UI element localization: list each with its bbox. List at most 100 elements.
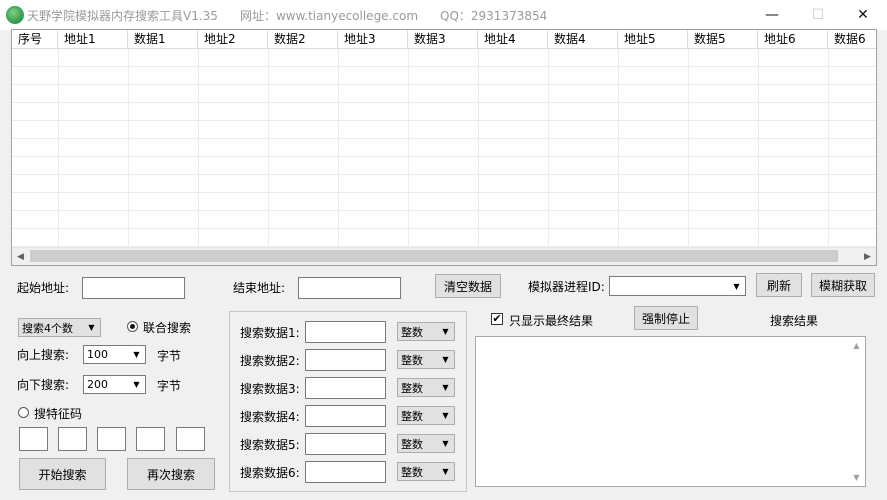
- feature-input-1[interactable]: [19, 427, 48, 451]
- process-id-select[interactable]: ▼: [609, 276, 746, 296]
- vertical-scrollbar[interactable]: ▲ ▼: [848, 337, 865, 486]
- force-stop-button[interactable]: 强制停止: [634, 306, 698, 330]
- window-title: 天野学院模拟器内存搜索工具V1.35 网址：www.tianyecollege.c…: [27, 7, 569, 24]
- data-type-value-6: 整数: [401, 465, 423, 479]
- joint-search-radio[interactable]: [127, 321, 138, 332]
- search-data-input-4[interactable]: [305, 405, 386, 427]
- search-data-input-3[interactable]: [305, 377, 386, 399]
- horizontal-scrollbar[interactable]: ◀ ▶: [12, 247, 876, 265]
- close-button[interactable]: ✕: [840, 0, 886, 30]
- start-address-input[interactable]: [82, 277, 185, 299]
- end-address-label: 结束地址:: [233, 281, 286, 295]
- column-address-3[interactable]: 地址3: [338, 30, 408, 48]
- column-data-5[interactable]: 数据5: [688, 30, 758, 48]
- search-up-label: 向上搜索:: [17, 348, 70, 362]
- bytes-unit-label: 字节: [157, 379, 182, 393]
- data-type-value-5: 整数: [401, 437, 423, 451]
- feature-input-5[interactable]: [176, 427, 205, 451]
- start-search-button[interactable]: 开始搜索: [19, 458, 106, 490]
- data-type-select-4[interactable]: 整数 ▼: [397, 406, 455, 425]
- search-results-box[interactable]: ▲ ▼: [475, 336, 866, 487]
- minimize-button[interactable]: —: [749, 0, 795, 30]
- search-up-select[interactable]: 100 ▼: [83, 345, 146, 364]
- column-data-6[interactable]: 数据6: [828, 30, 876, 48]
- search-data-label-2: 搜索数据2:: [240, 354, 300, 368]
- column-data-1[interactable]: 数据1: [128, 30, 198, 48]
- app-icon: [6, 6, 24, 24]
- scroll-right-icon[interactable]: ▶: [859, 248, 876, 265]
- search-again-button[interactable]: 再次搜索: [127, 458, 215, 490]
- table-gridlines: [12, 49, 876, 249]
- fuzzy-get-button[interactable]: 模糊获取: [811, 273, 875, 297]
- search-data-input-5[interactable]: [305, 433, 386, 455]
- data-type-select-6[interactable]: 整数 ▼: [397, 462, 455, 481]
- column-data-2[interactable]: 数据2: [268, 30, 338, 48]
- column-address-1[interactable]: 地址1: [58, 30, 128, 48]
- column-data-4[interactable]: 数据4: [548, 30, 618, 48]
- data-type-value-1: 整数: [401, 325, 423, 339]
- column-address-6[interactable]: 地址6: [758, 30, 828, 48]
- scroll-down-icon[interactable]: ▼: [848, 469, 865, 486]
- feature-search-label: 搜特征码: [34, 407, 83, 421]
- search-data-label-6: 搜索数据6:: [240, 466, 300, 480]
- title-bar: 天野学院模拟器内存搜索工具V1.35 网址：www.tianyecollege.c…: [0, 0, 887, 30]
- column-index[interactable]: 序号: [12, 30, 58, 48]
- data-type-value-2: 整数: [401, 353, 423, 367]
- search-count-select[interactable]: 搜索4个数 ▼: [18, 318, 101, 337]
- data-type-select-3[interactable]: 整数 ▼: [397, 378, 455, 397]
- search-down-select[interactable]: 200 ▼: [83, 375, 146, 394]
- clear-data-button[interactable]: 清空数据: [435, 274, 501, 298]
- only-final-label: 只显示最终结果: [509, 314, 594, 328]
- scroll-left-icon[interactable]: ◀: [12, 248, 29, 265]
- column-address-2[interactable]: 地址2: [198, 30, 268, 48]
- qq-text: QQ：2931373854: [440, 9, 548, 23]
- search-data-input-2[interactable]: [305, 349, 386, 371]
- website-text: 网址：www.tianyecollege.com: [239, 9, 419, 23]
- column-address-4[interactable]: 地址4: [478, 30, 548, 48]
- feature-input-3[interactable]: [97, 427, 126, 451]
- column-data-3[interactable]: 数据3: [408, 30, 478, 48]
- joint-search-label: 联合搜索: [143, 321, 192, 335]
- data-type-select-5[interactable]: 整数 ▼: [397, 434, 455, 453]
- column-address-5[interactable]: 地址5: [618, 30, 688, 48]
- chevron-down-icon: ▼: [442, 467, 449, 476]
- search-down-value: 200: [87, 378, 108, 391]
- bytes-unit-label: 字节: [157, 349, 182, 363]
- chevron-down-icon: ▼: [442, 411, 449, 420]
- start-address-label: 起始地址:: [17, 281, 70, 295]
- maximize-icon: ☐: [811, 7, 825, 23]
- table-header: 序号 地址1 数据1 地址2 数据2 地址3 数据3 地址4 数据4 地址5 数…: [12, 30, 876, 49]
- results-table[interactable]: 序号 地址1 数据1 地址2 数据2 地址3 数据3 地址4 数据4 地址5 数…: [11, 29, 877, 266]
- scroll-thumb[interactable]: [30, 250, 838, 262]
- data-type-value-4: 整数: [401, 409, 423, 423]
- feature-input-2[interactable]: [58, 427, 87, 451]
- chevron-down-icon: ▼: [88, 323, 95, 332]
- search-data-input-1[interactable]: [305, 321, 386, 343]
- chevron-down-icon: ▼: [442, 355, 449, 364]
- feature-input-4[interactable]: [136, 427, 165, 451]
- minimize-icon: —: [765, 7, 779, 23]
- data-type-select-1[interactable]: 整数 ▼: [397, 322, 455, 341]
- data-type-select-2[interactable]: 整数 ▼: [397, 350, 455, 369]
- close-icon: ✕: [857, 7, 869, 23]
- chevron-down-icon: ▼: [733, 281, 740, 291]
- search-data-label-4: 搜索数据4:: [240, 410, 300, 424]
- process-id-label: 模拟器进程ID:: [528, 280, 605, 294]
- refresh-button[interactable]: 刷新: [756, 273, 802, 297]
- search-count-value: 搜索4个数: [22, 321, 73, 335]
- search-data-label-5: 搜索数据5:: [240, 438, 300, 452]
- search-data-label-3: 搜索数据3:: [240, 382, 300, 396]
- chevron-down-icon: ▼: [442, 327, 449, 336]
- only-final-checkbox[interactable]: ✔: [491, 313, 503, 325]
- chevron-down-icon: ▼: [442, 383, 449, 392]
- search-down-label: 向下搜索:: [17, 378, 70, 392]
- chevron-down-icon: ▼: [133, 350, 140, 359]
- search-data-input-6[interactable]: [305, 461, 386, 483]
- feature-search-radio[interactable]: [18, 407, 29, 418]
- end-address-input[interactable]: [298, 277, 401, 299]
- scroll-up-icon[interactable]: ▲: [848, 337, 865, 354]
- search-data-label-1: 搜索数据1:: [240, 326, 300, 340]
- search-results-label: 搜索结果: [770, 314, 819, 328]
- data-type-value-3: 整数: [401, 381, 423, 395]
- maximize-button: ☐: [795, 0, 841, 30]
